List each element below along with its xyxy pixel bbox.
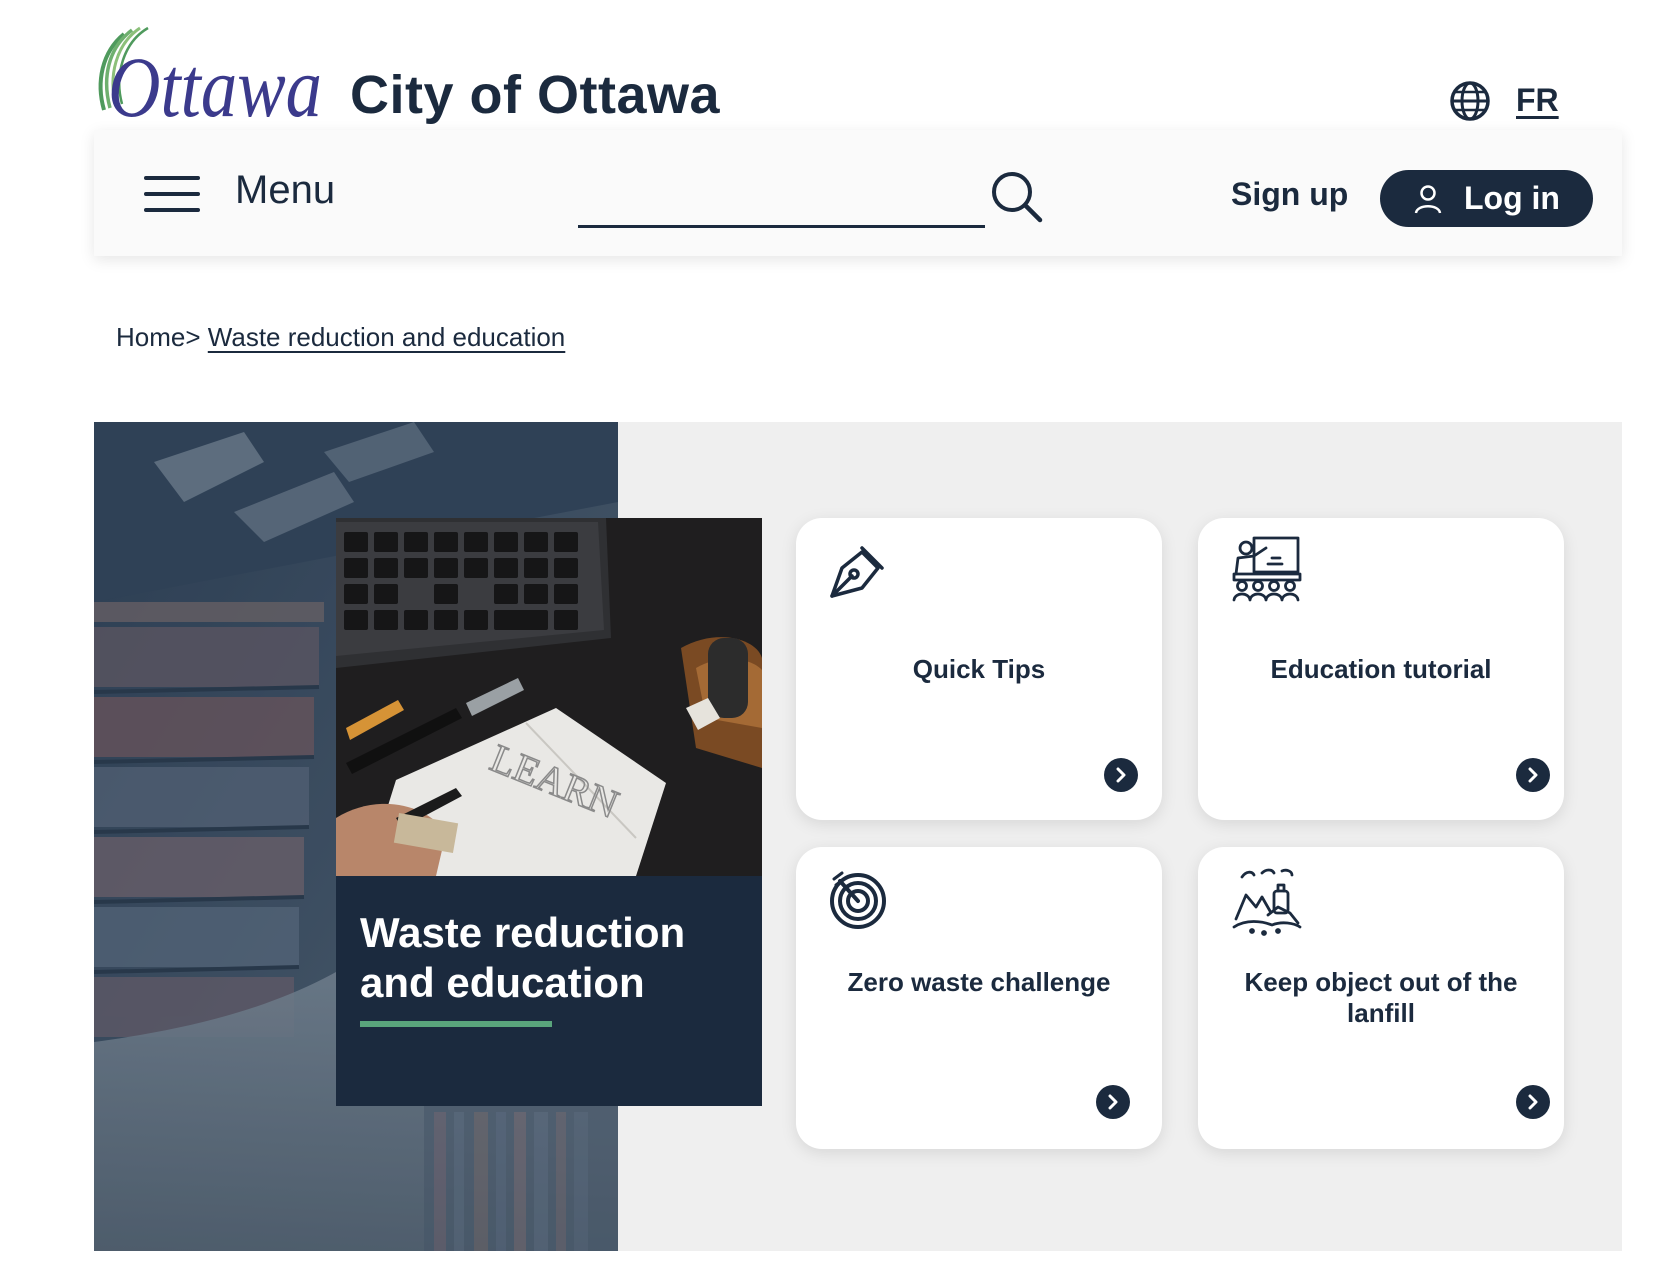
- card-label: Education tutorial: [1270, 654, 1492, 684]
- target-dart-icon: [830, 871, 886, 929]
- globe-icon[interactable]: [1449, 80, 1491, 122]
- card-keep-object-out-of-landfill[interactable]: Keep object out of the lanfill: [1198, 847, 1564, 1149]
- svg-text:Ottawa: Ottawa: [108, 39, 322, 124]
- ottawa-logo-icon: Ottawa: [98, 26, 322, 124]
- log-in-button[interactable]: Log in: [1380, 170, 1593, 227]
- chevron-right-icon[interactable]: [1096, 1085, 1130, 1119]
- language-toggle-link[interactable]: FR: [1516, 82, 1559, 119]
- card-education-tutorial[interactable]: Education tutorial: [1198, 518, 1564, 820]
- hamburger-menu-icon[interactable]: [144, 176, 200, 212]
- landfill-waste-icon: [1232, 868, 1302, 936]
- learn-desk-photo: LEARN: [336, 518, 762, 876]
- log-in-label: Log in: [1464, 180, 1560, 216]
- card-quick-tips[interactable]: Quick Tips: [796, 518, 1162, 820]
- breadcrumb-current[interactable]: Waste reduction and education: [208, 322, 566, 352]
- menu-button[interactable]: Menu: [235, 168, 335, 213]
- search-input[interactable]: [578, 180, 985, 228]
- chevron-right-icon[interactable]: [1516, 758, 1550, 792]
- feature-underline: [360, 1021, 552, 1027]
- chevron-right-icon[interactable]: [1104, 758, 1138, 792]
- card-label: Quick Tips: [912, 654, 1046, 684]
- card-zero-waste-challenge[interactable]: Zero waste challenge: [796, 847, 1162, 1149]
- city-logo[interactable]: Ottawa: [94, 26, 326, 124]
- feature-panel[interactable]: LEARN Waste reduction and education: [336, 518, 762, 1106]
- breadcrumb-home[interactable]: Home>: [116, 322, 201, 352]
- sign-up-link[interactable]: Sign up: [1231, 176, 1348, 213]
- feature-title: Waste reduction and education: [360, 909, 686, 1006]
- classroom-teacher-icon: [1232, 536, 1302, 602]
- pen-nib-icon: [830, 546, 884, 598]
- breadcrumb: Home> Waste reduction and education: [116, 322, 565, 353]
- search-icon[interactable]: [988, 168, 1046, 226]
- feature-caption: Waste reduction and education: [336, 876, 762, 1106]
- card-label: Keep object out of the lanfill: [1244, 967, 1518, 1028]
- chevron-right-icon[interactable]: [1516, 1085, 1550, 1119]
- user-icon: [1414, 184, 1442, 213]
- site-title: City of Ottawa: [350, 65, 721, 125]
- navigation-bar: Menu Sign up Log in: [94, 130, 1622, 256]
- card-label: Zero waste challenge: [847, 967, 1111, 997]
